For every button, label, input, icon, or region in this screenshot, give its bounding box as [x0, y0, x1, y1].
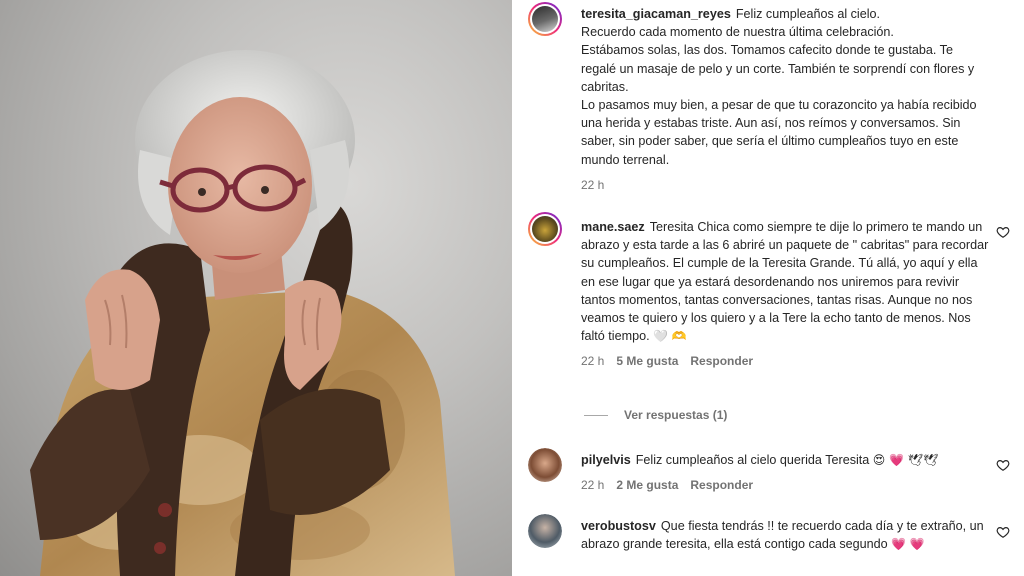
avatar[interactable] [528, 212, 562, 246]
portrait-illustration [30, 50, 455, 576]
comment-time: 22 h [581, 354, 605, 369]
comment-username[interactable]: pilyelvis [581, 453, 631, 467]
comment-time: 22 h [581, 177, 605, 192]
comment-emoji: 🤍 🫶 [653, 329, 687, 344]
comment-username[interactable]: verobustosv [581, 519, 656, 533]
comment-text: Feliz cumpleaños al cielo. Recuerdo cada… [581, 7, 977, 167]
comment-time: 22 h [581, 478, 605, 493]
heart-outline-icon[interactable] [996, 225, 1010, 239]
heart-outline-icon[interactable] [996, 458, 1010, 472]
heart-outline-icon[interactable] [996, 525, 1010, 539]
comment-meta: 22 h 2 Me gusta Responder [581, 476, 991, 494]
avatar[interactable] [528, 514, 562, 548]
comment-body: mane.saez Teresita Chica como siempre te … [581, 218, 991, 371]
comment-body: verobustosv Que fiesta tendrás !! te recu… [581, 517, 991, 553]
reply-button[interactable]: Responder [690, 352, 753, 370]
view-replies-button[interactable]: Ver respuestas (1) [584, 408, 727, 422]
comment-emoji: 💗 💗 [891, 537, 925, 552]
likes-count[interactable]: 5 Me gusta [616, 352, 678, 370]
comment-username[interactable]: teresita_giacaman_reyes [581, 7, 731, 21]
view-replies-label: Ver respuestas (1) [624, 408, 728, 422]
reply-button[interactable]: Responder [690, 476, 753, 494]
comment-meta: 22 h 5 Me gusta Responder [581, 352, 991, 370]
replies-divider [584, 414, 608, 416]
comment-meta: 22 h [581, 176, 991, 194]
comment-body: teresita_giacaman_reyes Feliz cumpleaños … [581, 5, 991, 194]
comments-panel: teresita_giacaman_reyes Feliz cumpleaños … [512, 0, 1024, 576]
portrait-photo [0, 0, 512, 576]
comment-username[interactable]: mane.saez [581, 220, 645, 234]
likes-count[interactable]: 2 Me gusta [616, 476, 678, 494]
comment-text: Teresita Chica como siempre te dije lo p… [581, 220, 989, 344]
avatar[interactable] [528, 2, 562, 36]
comment-text: Feliz cumpleaños al cielo querida Teresi… [635, 453, 870, 467]
comment-emoji: 😍 💗 🕊🕊 [872, 453, 939, 467]
avatar[interactable] [528, 448, 562, 482]
comment-body: pilyelvis Feliz cumpleaños al cielo queri… [581, 451, 991, 494]
